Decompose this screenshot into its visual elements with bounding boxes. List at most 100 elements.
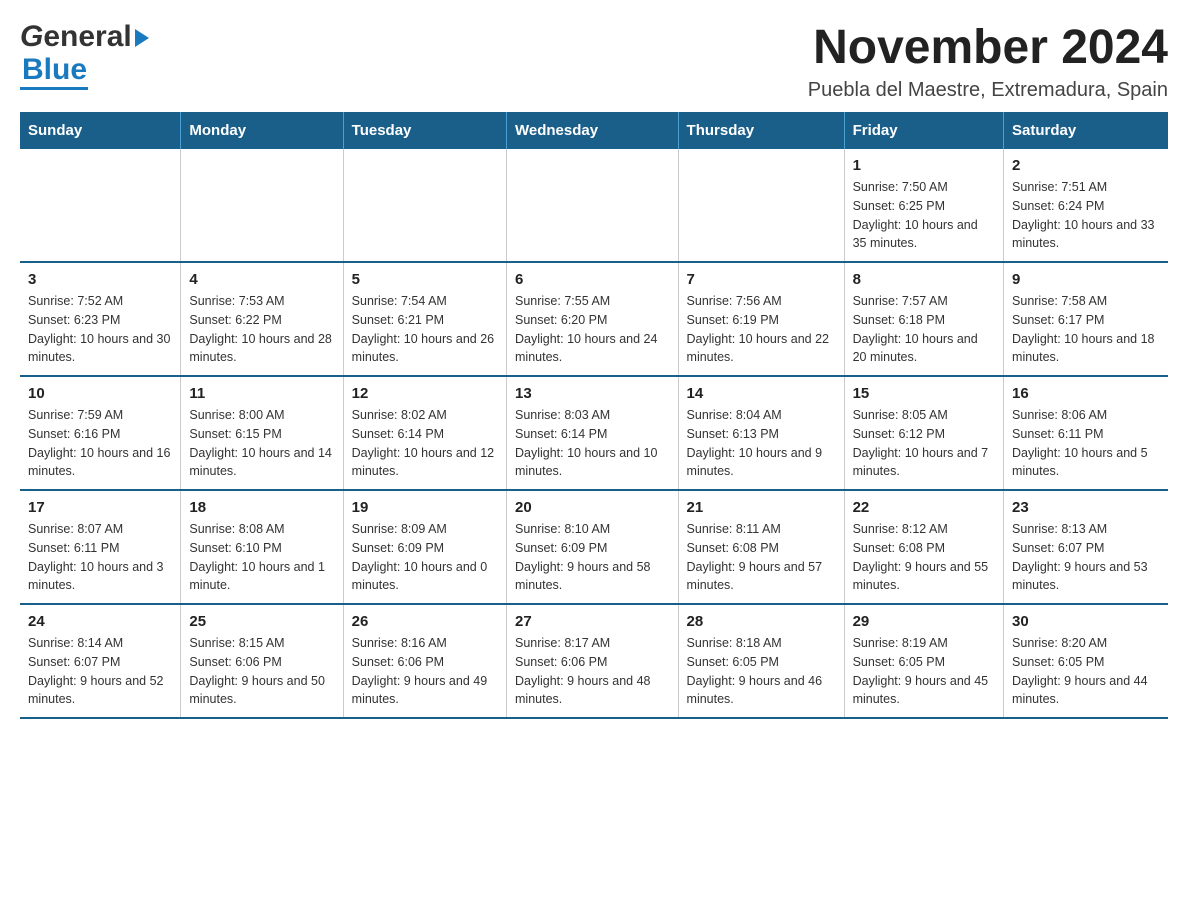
day-number: 15 bbox=[853, 385, 995, 402]
day-info: Sunrise: 7:56 AM Sunset: 6:19 PM Dayligh… bbox=[687, 292, 836, 367]
day-info: Sunrise: 8:13 AM Sunset: 6:07 PM Dayligh… bbox=[1012, 520, 1160, 595]
page-container: G eneral Blue November 2024 Puebla del M… bbox=[20, 20, 1168, 719]
day-number: 7 bbox=[687, 271, 836, 288]
day-number: 19 bbox=[352, 499, 498, 516]
logo-eneral-text: eneral bbox=[43, 20, 131, 53]
day-info: Sunrise: 7:55 AM Sunset: 6:20 PM Dayligh… bbox=[515, 292, 670, 367]
logo-g-letter: G bbox=[20, 20, 43, 53]
day-cell: 9 Sunrise: 7:58 AM Sunset: 6:17 PM Daylig… bbox=[1004, 262, 1168, 376]
day-number: 27 bbox=[515, 613, 670, 630]
day-cell: 20Sunrise: 8:10 AM Sunset: 6:09 PM Dayli… bbox=[507, 490, 679, 604]
logo-arrow-icon bbox=[135, 29, 149, 47]
day-cell: 21Sunrise: 8:11 AM Sunset: 6:08 PM Dayli… bbox=[678, 490, 844, 604]
day-cell: 8 Sunrise: 7:57 AM Sunset: 6:18 PM Daylig… bbox=[844, 262, 1003, 376]
col-wednesday: Wednesday bbox=[507, 112, 679, 149]
logo-underline bbox=[20, 87, 88, 90]
day-info: Sunrise: 8:09 AM Sunset: 6:09 PM Dayligh… bbox=[352, 520, 498, 595]
day-cell: 29Sunrise: 8:19 AM Sunset: 6:05 PM Dayli… bbox=[844, 604, 1003, 718]
week-row-5: 24 Sunrise: 8:14 AM Sunset: 6:07 PM Dayli… bbox=[20, 604, 1168, 718]
day-number: 25 bbox=[189, 613, 334, 630]
day-cell: 7 Sunrise: 7:56 AM Sunset: 6:19 PM Daylig… bbox=[678, 262, 844, 376]
day-info: Sunrise: 7:53 AM Sunset: 6:22 PM Dayligh… bbox=[189, 292, 334, 367]
day-info: Sunrise: 8:07 AM Sunset: 6:11 PM Dayligh… bbox=[28, 520, 172, 595]
col-thursday: Thursday bbox=[678, 112, 844, 149]
day-info: Sunrise: 7:58 AM Sunset: 6:17 PM Dayligh… bbox=[1012, 292, 1160, 367]
day-cell: 3 Sunrise: 7:52 AM Sunset: 6:23 PM Daylig… bbox=[20, 262, 181, 376]
day-number: 4 bbox=[189, 271, 334, 288]
day-info: Sunrise: 7:50 AM Sunset: 6:25 PM Dayligh… bbox=[853, 178, 995, 253]
day-number: 22 bbox=[853, 499, 995, 516]
day-cell: 16 Sunrise: 8:06 AM Sunset: 6:11 PM Dayli… bbox=[1004, 376, 1168, 490]
col-saturday: Saturday bbox=[1004, 112, 1168, 149]
day-number: 30 bbox=[1012, 613, 1160, 630]
day-cell: 2 Sunrise: 7:51 AM Sunset: 6:24 PM Daylig… bbox=[1004, 149, 1168, 262]
day-cell: 30 Sunrise: 8:20 AM Sunset: 6:05 PM Dayli… bbox=[1004, 604, 1168, 718]
day-info: Sunrise: 7:57 AM Sunset: 6:18 PM Dayligh… bbox=[853, 292, 995, 367]
day-cell bbox=[20, 149, 181, 262]
calendar-table: Sunday Monday Tuesday Wednesday Thursday… bbox=[20, 112, 1168, 719]
calendar-header: Sunday Monday Tuesday Wednesday Thursday… bbox=[20, 112, 1168, 149]
day-cell: 13Sunrise: 8:03 AM Sunset: 6:14 PM Dayli… bbox=[507, 376, 679, 490]
page-subtitle: Puebla del Maestre, Extremadura, Spain bbox=[808, 79, 1168, 102]
day-info: Sunrise: 8:15 AM Sunset: 6:06 PM Dayligh… bbox=[189, 634, 334, 709]
day-info: Sunrise: 8:20 AM Sunset: 6:05 PM Dayligh… bbox=[1012, 634, 1160, 709]
day-cell: 27 Sunrise: 8:17 AM Sunset: 6:06 PM Dayli… bbox=[507, 604, 679, 718]
logo-area: G eneral Blue bbox=[20, 20, 149, 90]
day-cell: 14 Sunrise: 8:04 AM Sunset: 6:13 PM Dayli… bbox=[678, 376, 844, 490]
week-row-1: 1 Sunrise: 7:50 AM Sunset: 6:25 PM Daylig… bbox=[20, 149, 1168, 262]
day-info: Sunrise: 8:17 AM Sunset: 6:06 PM Dayligh… bbox=[515, 634, 670, 709]
day-cell bbox=[343, 149, 506, 262]
day-number: 12 bbox=[352, 385, 498, 402]
day-number: 28 bbox=[687, 613, 836, 630]
title-area: November 2024 Puebla del Maestre, Extrem… bbox=[808, 20, 1168, 102]
day-info: Sunrise: 8:02 AM Sunset: 6:14 PM Dayligh… bbox=[352, 406, 498, 481]
day-info: Sunrise: 8:04 AM Sunset: 6:13 PM Dayligh… bbox=[687, 406, 836, 481]
col-tuesday: Tuesday bbox=[343, 112, 506, 149]
day-cell: 12 Sunrise: 8:02 AM Sunset: 6:14 PM Dayli… bbox=[343, 376, 506, 490]
day-number: 9 bbox=[1012, 271, 1160, 288]
header-row: Sunday Monday Tuesday Wednesday Thursday… bbox=[20, 112, 1168, 149]
week-row-4: 17Sunrise: 8:07 AM Sunset: 6:11 PM Dayli… bbox=[20, 490, 1168, 604]
day-number: 1 bbox=[853, 157, 995, 174]
day-info: Sunrise: 8:11 AM Sunset: 6:08 PM Dayligh… bbox=[687, 520, 836, 595]
day-number: 29 bbox=[853, 613, 995, 630]
day-info: Sunrise: 8:12 AM Sunset: 6:08 PM Dayligh… bbox=[853, 520, 995, 595]
logo-blue-text: Blue bbox=[22, 53, 87, 86]
col-friday: Friday bbox=[844, 112, 1003, 149]
week-row-2: 3 Sunrise: 7:52 AM Sunset: 6:23 PM Daylig… bbox=[20, 262, 1168, 376]
col-monday: Monday bbox=[181, 112, 343, 149]
day-number: 13 bbox=[515, 385, 670, 402]
day-info: Sunrise: 8:05 AM Sunset: 6:12 PM Dayligh… bbox=[853, 406, 995, 481]
header: G eneral Blue November 2024 Puebla del M… bbox=[20, 20, 1168, 102]
day-info: Sunrise: 8:14 AM Sunset: 6:07 PM Dayligh… bbox=[28, 634, 172, 709]
day-cell bbox=[678, 149, 844, 262]
day-number: 11 bbox=[189, 385, 334, 402]
day-number: 3 bbox=[28, 271, 172, 288]
day-info: Sunrise: 8:18 AM Sunset: 6:05 PM Dayligh… bbox=[687, 634, 836, 709]
day-info: Sunrise: 8:06 AM Sunset: 6:11 PM Dayligh… bbox=[1012, 406, 1160, 481]
day-number: 18 bbox=[189, 499, 334, 516]
day-number: 16 bbox=[1012, 385, 1160, 402]
day-cell: 15 Sunrise: 8:05 AM Sunset: 6:12 PM Dayli… bbox=[844, 376, 1003, 490]
day-info: Sunrise: 8:16 AM Sunset: 6:06 PM Dayligh… bbox=[352, 634, 498, 709]
day-number: 23 bbox=[1012, 499, 1160, 516]
day-number: 8 bbox=[853, 271, 995, 288]
day-info: Sunrise: 7:54 AM Sunset: 6:21 PM Dayligh… bbox=[352, 292, 498, 367]
day-cell: 5Sunrise: 7:54 AM Sunset: 6:21 PM Daylig… bbox=[343, 262, 506, 376]
day-cell: 25 Sunrise: 8:15 AM Sunset: 6:06 PM Dayli… bbox=[181, 604, 343, 718]
day-info: Sunrise: 8:10 AM Sunset: 6:09 PM Dayligh… bbox=[515, 520, 670, 595]
day-cell: 1 Sunrise: 7:50 AM Sunset: 6:25 PM Daylig… bbox=[844, 149, 1003, 262]
day-info: Sunrise: 8:08 AM Sunset: 6:10 PM Dayligh… bbox=[189, 520, 334, 595]
day-info: Sunrise: 8:00 AM Sunset: 6:15 PM Dayligh… bbox=[189, 406, 334, 481]
day-cell: 26Sunrise: 8:16 AM Sunset: 6:06 PM Dayli… bbox=[343, 604, 506, 718]
day-cell: 19 Sunrise: 8:09 AM Sunset: 6:09 PM Dayli… bbox=[343, 490, 506, 604]
day-info: Sunrise: 7:52 AM Sunset: 6:23 PM Dayligh… bbox=[28, 292, 172, 367]
day-cell: 23 Sunrise: 8:13 AM Sunset: 6:07 PM Dayli… bbox=[1004, 490, 1168, 604]
day-number: 24 bbox=[28, 613, 172, 630]
day-number: 14 bbox=[687, 385, 836, 402]
day-info: Sunrise: 7:51 AM Sunset: 6:24 PM Dayligh… bbox=[1012, 178, 1160, 253]
day-number: 2 bbox=[1012, 157, 1160, 174]
day-cell: 24 Sunrise: 8:14 AM Sunset: 6:07 PM Dayli… bbox=[20, 604, 181, 718]
day-cell: 28 Sunrise: 8:18 AM Sunset: 6:05 PM Dayli… bbox=[678, 604, 844, 718]
page-title: November 2024 bbox=[808, 20, 1168, 75]
